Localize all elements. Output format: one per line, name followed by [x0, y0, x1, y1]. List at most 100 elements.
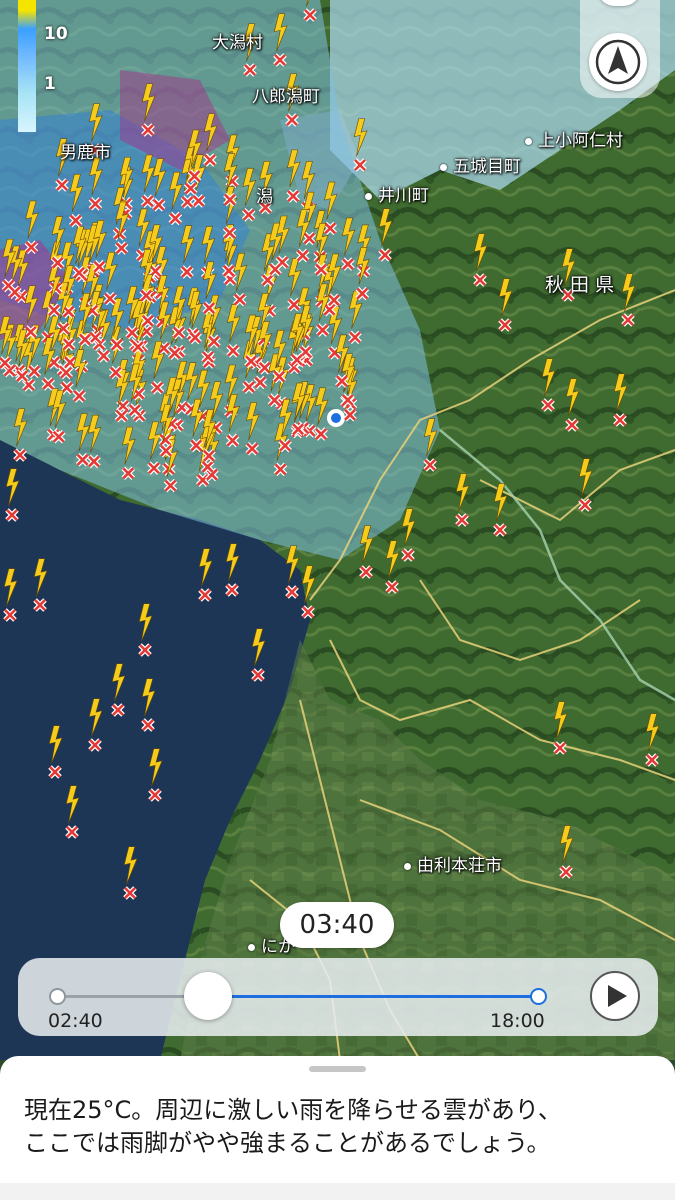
strike-x-icon: [33, 598, 47, 612]
strike-x-icon: [301, 605, 315, 619]
strike-x-icon: [553, 741, 567, 755]
strike-x-icon: [148, 788, 162, 802]
strike-x-icon: [198, 588, 212, 602]
strike-x-icon: [493, 523, 507, 537]
strike-x-icon: [498, 318, 512, 332]
strike-x-icon: [221, 264, 236, 278]
strike-x-icon: [226, 344, 240, 358]
place-label: 男鹿市: [60, 143, 111, 163]
weather-map[interactable]: 大潟村 八郎潟町 男鹿市 潟 上小阿仁村 五城目町 井川町 秋 田 県 由利本荘…: [0, 0, 675, 1060]
compass-button[interactable]: [589, 33, 647, 91]
strike-x-icon: [187, 169, 202, 183]
strike-x-icon: [244, 354, 258, 369]
strike-x-icon: [578, 498, 592, 512]
place-label: 井川町: [365, 181, 429, 206]
legend-label-low: 1: [44, 74, 56, 94]
strike-x-icon: [267, 393, 282, 407]
strike-x-icon: [378, 248, 392, 262]
strike-x-icon: [48, 765, 62, 779]
strike-x-icon: [103, 291, 117, 306]
play-button[interactable]: [590, 971, 640, 1021]
strike-x-icon: [621, 313, 635, 327]
strike-x-icon: [273, 462, 288, 477]
strike-x-icon: [251, 668, 265, 682]
current-time-bubble: 03:40: [280, 902, 394, 948]
strike-x-icon: [109, 365, 123, 380]
strike-x-icon: [78, 332, 92, 347]
strike-x-icon: [385, 580, 399, 594]
strike-x-icon: [27, 364, 42, 379]
slider-thumb[interactable]: [184, 972, 232, 1020]
strike-x-icon: [3, 608, 17, 622]
strike-x-icon: [327, 293, 341, 307]
strike-x-icon: [203, 153, 217, 167]
strike-x-icon: [202, 449, 216, 463]
strike-x-icon: [285, 585, 299, 599]
strike-x-icon: [72, 265, 86, 280]
strike-x-icon: [159, 443, 173, 458]
strike-x-icon: [96, 349, 111, 363]
strike-x-icon: [140, 194, 155, 208]
strike-x-icon: [158, 433, 173, 447]
strike-x-icon: [88, 330, 103, 345]
strike-x-icon: [128, 403, 142, 417]
strike-x-icon: [613, 413, 627, 427]
strike-x-icon: [401, 548, 415, 562]
strike-x-icon: [245, 441, 259, 456]
strike-x-icon: [24, 240, 39, 254]
strike-x-icon: [290, 353, 304, 367]
strike-x-icon: [1, 278, 16, 293]
strike-x-icon: [188, 330, 202, 345]
strike-x-icon: [233, 292, 247, 307]
strike-x-icon: [65, 825, 79, 839]
strike-x-icon: [138, 643, 152, 657]
strike-x-icon: [315, 323, 330, 337]
place-label: 上小阿仁村: [525, 126, 623, 151]
slider-start-marker: [49, 988, 66, 1005]
north-arrow-icon: [595, 39, 641, 85]
strike-x-icon: [272, 369, 287, 384]
strike-x-icon: [5, 508, 19, 522]
strike-x-icon: [286, 189, 300, 203]
place-dot-icon: [525, 137, 532, 145]
strike-x-icon: [200, 460, 215, 474]
strike-x-icon: [285, 113, 299, 127]
forecast-line-2: ここでは雨脚がやや強まることがあるでしょう。: [24, 1129, 551, 1157]
strike-x-icon: [645, 753, 659, 767]
strike-x-icon: [55, 178, 69, 192]
strike-x-icon: [323, 221, 337, 236]
rain-legend: 10 1: [0, 0, 70, 135]
current-location-icon: [327, 409, 345, 427]
strike-x-icon: [87, 454, 101, 469]
strike-x-icon: [61, 304, 76, 319]
strike-x-icon: [302, 231, 317, 246]
strike-x-icon: [353, 158, 367, 172]
strike-x-icon: [110, 337, 124, 352]
slider-track-future[interactable]: [209, 995, 538, 998]
strike-x-icon: [473, 273, 487, 287]
strike-x-icon: [241, 207, 256, 222]
strike-x-icon: [225, 583, 239, 597]
strike-x-icon: [141, 718, 155, 732]
strike-x-icon: [223, 192, 237, 207]
strike-x-icon: [141, 123, 155, 137]
strike-x-icon: [62, 337, 76, 351]
strike-x-icon: [314, 427, 328, 441]
legend-label-high: 10: [44, 24, 68, 44]
sheet-drag-handle[interactable]: [309, 1066, 366, 1072]
strike-x-icon: [13, 448, 27, 462]
strike-x-icon: [88, 738, 102, 752]
strike-x-icon: [180, 195, 195, 209]
strike-x-icon: [348, 330, 362, 345]
strike-x-icon: [191, 194, 206, 208]
place-dot-icon: [248, 943, 255, 951]
place-dot-icon: [404, 862, 411, 870]
strike-x-icon: [23, 325, 38, 339]
strike-x-icon: [225, 433, 240, 448]
slider-start-time: 02:40: [48, 1010, 103, 1032]
strike-x-icon: [291, 422, 305, 437]
strike-x-icon: [59, 365, 73, 380]
place-dot-icon: [440, 163, 447, 171]
forecast-line-1: 現在25°C。周辺に激しい雨を降らせる雲があり、: [24, 1096, 562, 1124]
strike-x-icon: [295, 248, 310, 263]
